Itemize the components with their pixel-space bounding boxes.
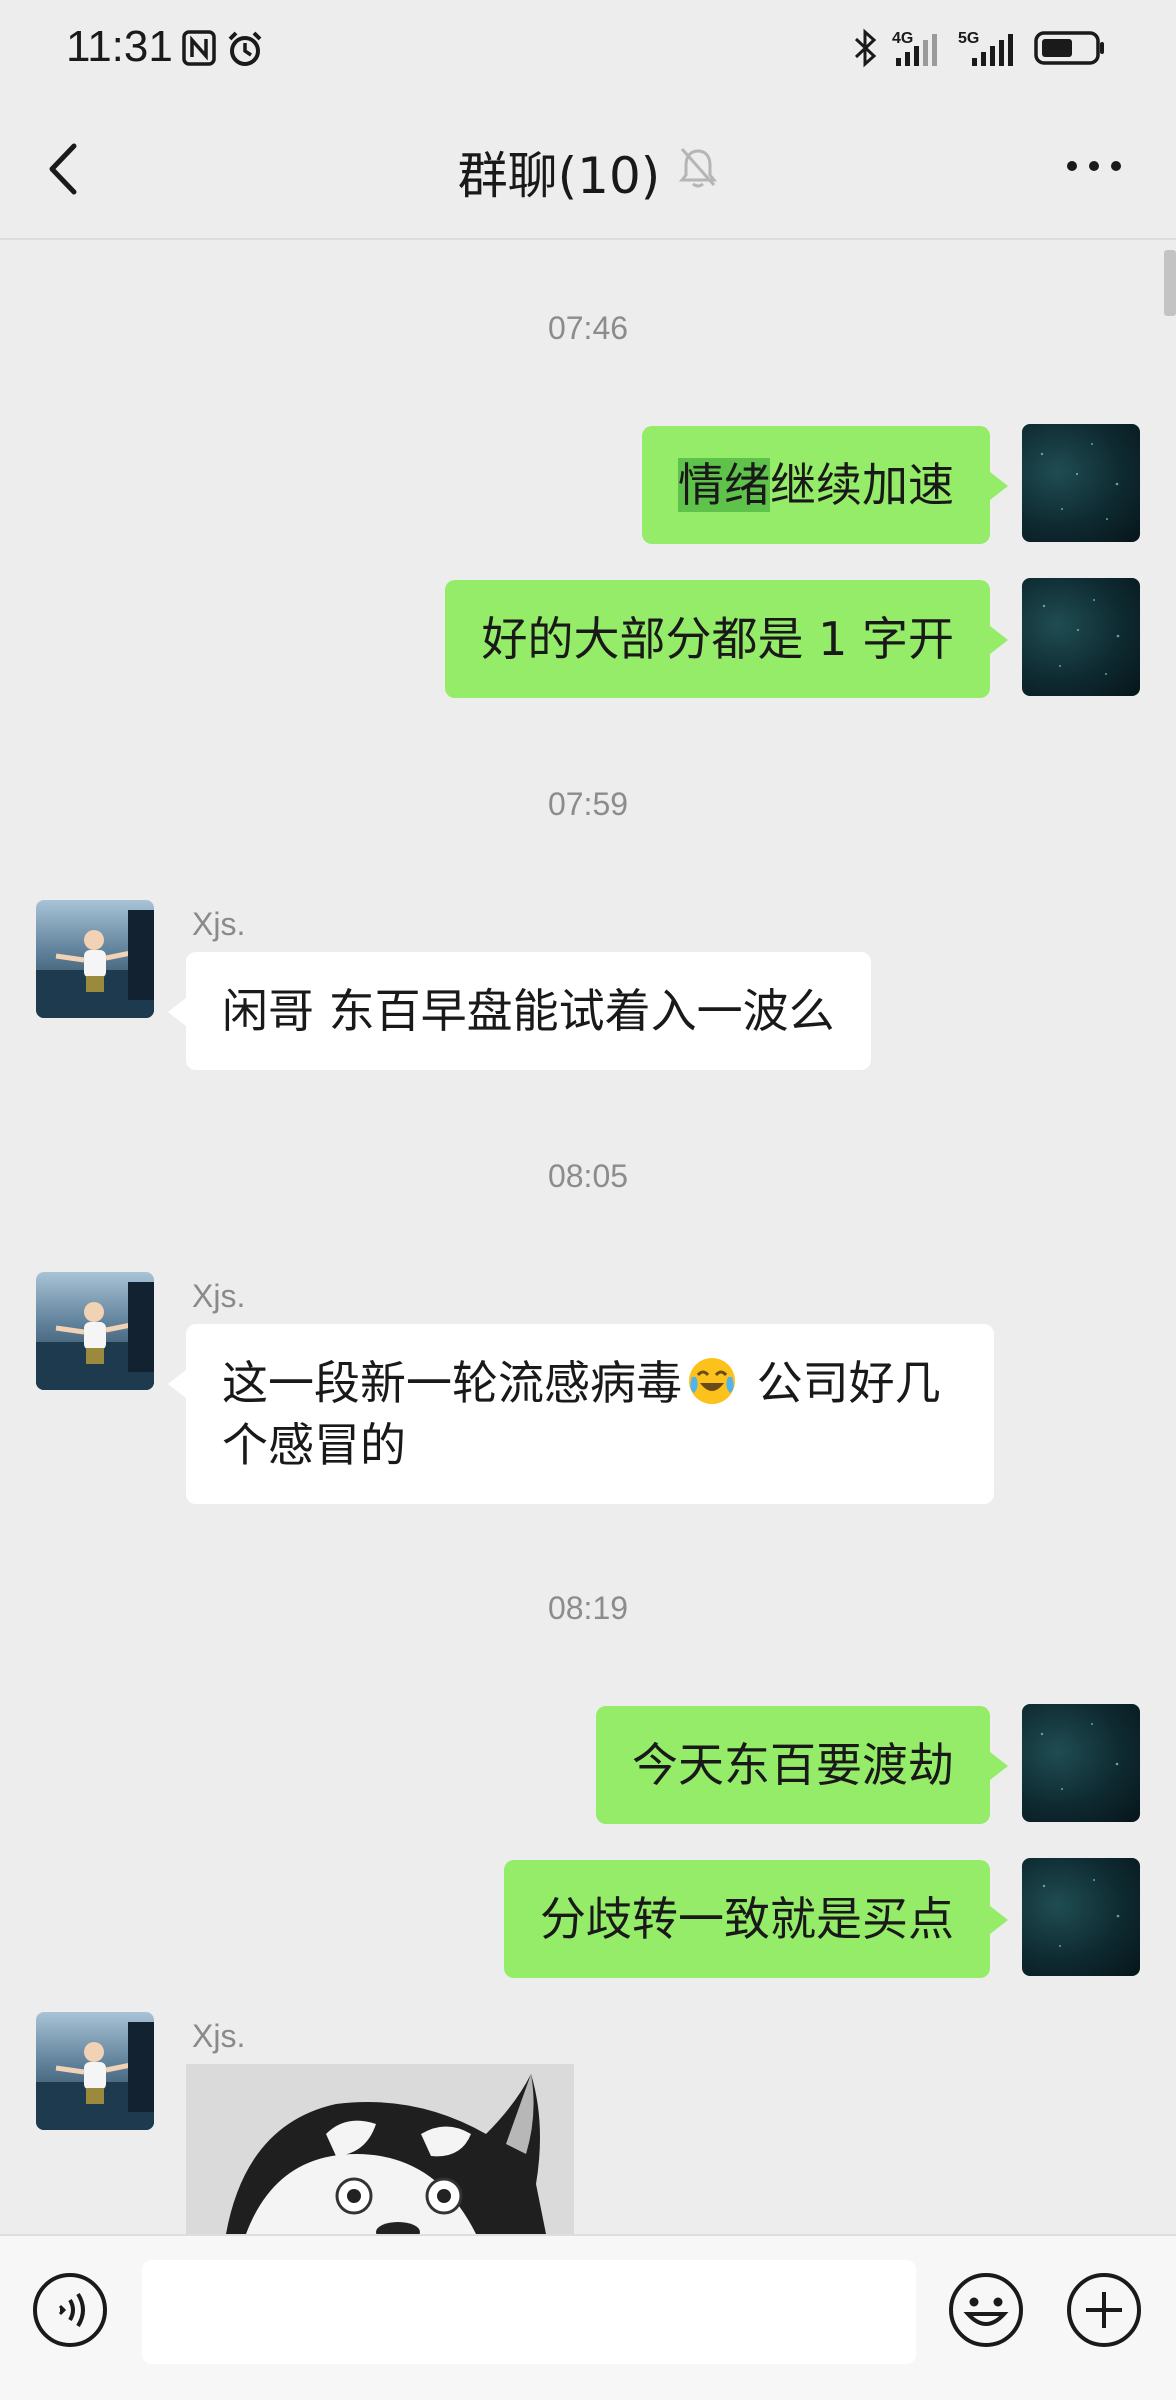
status-time: 11:31 xyxy=(66,22,173,71)
voice-icon xyxy=(33,2273,107,2347)
bluetooth-icon xyxy=(852,28,878,72)
timestamp: 07:46 xyxy=(547,310,629,346)
battery-icon xyxy=(1034,30,1106,70)
signal-5g-icon: 5G xyxy=(958,30,1020,70)
scrollbar[interactable] xyxy=(1164,250,1176,316)
child-photo-avatar xyxy=(36,910,154,1018)
avatar-self[interactable] xyxy=(1022,1858,1140,1976)
avatar-xjs[interactable] xyxy=(36,2012,154,2130)
sender-name: Xjs. xyxy=(192,906,246,942)
avatar-self[interactable] xyxy=(1022,424,1140,542)
voice-button[interactable] xyxy=(30,2270,110,2350)
more-icon xyxy=(1067,161,1121,171)
plus-icon xyxy=(1067,2273,1141,2347)
husky-sticker[interactable] xyxy=(186,2064,574,2234)
starry-sky-avatar xyxy=(1042,599,1120,675)
message-bubble-self[interactable]: 情绪继续加速 xyxy=(642,426,1008,544)
timestamp: 07:59 xyxy=(547,786,629,822)
emoji-icon xyxy=(949,2273,1023,2347)
child-photo-avatar xyxy=(36,2022,154,2130)
signal-4g-icon: 4G xyxy=(892,30,944,70)
timestamp: 08:05 xyxy=(547,1158,629,1194)
avatar-self[interactable] xyxy=(1022,1704,1140,1822)
message-bubble-self[interactable]: 今天东百要渡劫 xyxy=(596,1706,1008,1824)
message-bubble-self[interactable]: 分歧转一致就是买点 xyxy=(504,1860,1008,1978)
alarm-icon xyxy=(226,30,264,72)
nfc-icon xyxy=(182,30,216,72)
avatar-self[interactable] xyxy=(1022,578,1140,696)
input-bar xyxy=(0,2234,1176,2400)
status-bar: 11:31 4G 5G xyxy=(0,0,1176,100)
avatar-xjs[interactable] xyxy=(36,1272,154,1390)
sender-name: Xjs. xyxy=(192,1278,246,1314)
selected-text: 情绪 xyxy=(678,458,770,512)
chat-title: 群聊(10) xyxy=(457,147,661,205)
chat-header: 群聊(10) xyxy=(0,100,1176,240)
starry-sky-avatar xyxy=(1040,1723,1119,1790)
message-input[interactable] xyxy=(142,2260,916,2364)
emoji-button[interactable] xyxy=(946,2270,1026,2350)
starry-sky-avatar xyxy=(1042,1879,1120,1947)
starry-sky-avatar xyxy=(1040,443,1119,520)
sender-name: Xjs. xyxy=(192,2018,246,2054)
message-bubble-other[interactable]: 这一段新一轮流感病毒 公司好几 个感冒的 xyxy=(168,1324,994,1504)
more-button[interactable] xyxy=(1062,146,1126,186)
avatar-xjs[interactable] xyxy=(36,900,154,1018)
message-bubble-other[interactable]: 闲哥 东百早盘能试着入一波么 xyxy=(168,952,871,1070)
timestamp: 08:19 xyxy=(547,1590,629,1626)
mute-bell-icon xyxy=(678,143,718,201)
plus-button[interactable] xyxy=(1064,2270,1144,2350)
child-photo-avatar xyxy=(36,1282,154,1390)
crying-laughing-emoji xyxy=(686,1355,738,1407)
message-bubble-self[interactable]: 好的大部分都是 1 字开 xyxy=(445,580,1008,698)
